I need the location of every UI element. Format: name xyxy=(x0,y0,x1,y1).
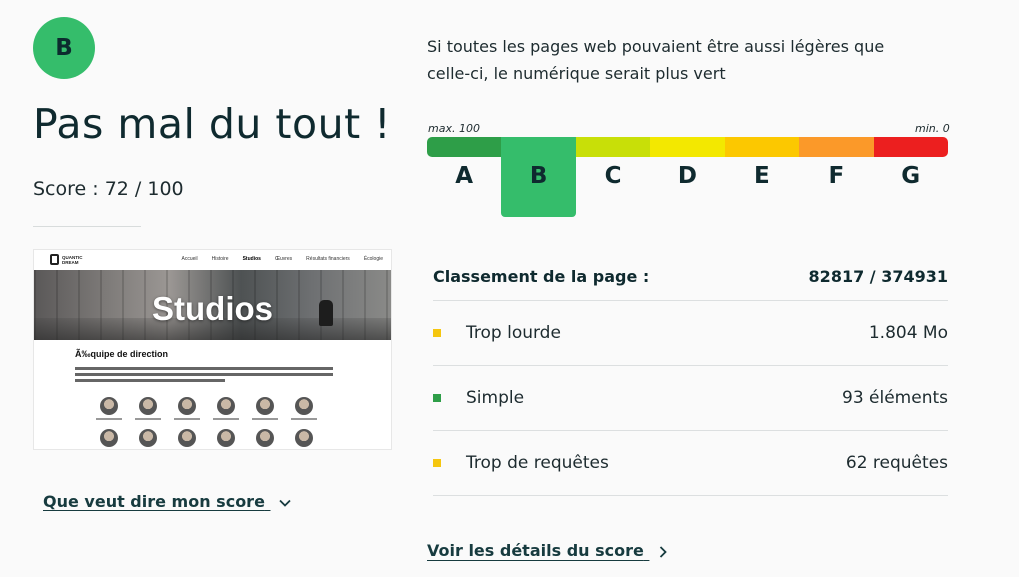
thumbnail-person-caption xyxy=(252,418,278,420)
thumbnail-person-avatar xyxy=(217,429,235,447)
grade-letter-g: G xyxy=(874,157,948,195)
metric-row-requests: Trop de requêtes 62 requêtes xyxy=(433,431,948,496)
grade-letter-b: B xyxy=(501,157,576,217)
thumbnail-person-avatar xyxy=(295,429,313,447)
status-dot-icon xyxy=(433,329,441,337)
thumbnail-menu-item: Écologie xyxy=(363,256,383,262)
thumbnail-person-avatar xyxy=(256,429,274,447)
thumbnail-text-line xyxy=(75,379,225,382)
metric-value: 93 éléments xyxy=(842,388,948,408)
metric-label: Simple xyxy=(466,388,525,408)
chevron-right-icon xyxy=(660,545,668,558)
intro-text: Si toutes les pages web pouvaient être a… xyxy=(427,37,885,83)
score-text: Score : 72 / 100 xyxy=(33,178,184,200)
status-dot-icon xyxy=(433,394,441,402)
thumbnail-menu-item: Accueil xyxy=(181,256,198,262)
grade-letter-c: C xyxy=(576,157,650,195)
grade-scale-segment-d xyxy=(650,137,725,157)
thumbnail-hero-title: Studios xyxy=(152,290,273,327)
score-details-link[interactable]: Voir les détails du score xyxy=(427,541,668,560)
metric-label: Trop de requêtes xyxy=(466,453,609,473)
grade-letter-label: E xyxy=(754,163,770,189)
thumbnail-menu-item: Œuvres xyxy=(274,256,293,262)
result-headline: Pas mal du tout ! xyxy=(33,100,392,148)
thumbnail-logo-text: QUANTIC DREAM xyxy=(62,254,83,265)
grade-badge-letter: B xyxy=(55,35,73,61)
chevron-down-icon xyxy=(278,499,291,507)
thumbnail-text-line xyxy=(75,373,333,376)
thumbnail-person-avatar xyxy=(139,397,157,415)
grade-scale-segment-e xyxy=(724,137,800,157)
thumbnail-person-caption xyxy=(213,418,239,420)
thumbnail-logo: QUANTIC DREAM xyxy=(50,254,92,265)
thumbnail-person-caption xyxy=(174,418,200,420)
grade-scale-segment-a xyxy=(427,137,502,157)
metric-value: 62 requêtes xyxy=(845,453,948,473)
thumbnail-hero-figure xyxy=(319,300,333,326)
thumbnail-menu-item: Studios xyxy=(242,256,261,262)
thumbnail-person-avatar xyxy=(178,429,196,447)
thumbnail-hero-image: Studios xyxy=(34,270,391,340)
ranking-row: Classement de la page : 82817 / 374931 xyxy=(433,252,948,301)
thumbnail-nav: QUANTIC DREAM Accueil Histoire Studios Œ… xyxy=(34,250,391,270)
thumbnail-person-caption xyxy=(135,418,161,420)
thumbnail-person-avatar xyxy=(256,397,274,415)
grade-letter-f: F xyxy=(799,157,873,195)
grade-scale-segment-b xyxy=(501,137,576,157)
grade-letter-d: D xyxy=(650,157,724,195)
score-divider xyxy=(33,226,141,227)
grade-letter-label: G xyxy=(901,163,921,189)
score-explanation-label: Que veut dire mon score xyxy=(43,492,265,511)
grade-letter-a: A xyxy=(427,157,501,195)
grade-letter-label: D xyxy=(677,163,698,189)
grade-letters: A B C D E F G xyxy=(427,157,948,217)
grade-scale-segment-g xyxy=(873,137,948,157)
thumbnail-person-avatar xyxy=(217,397,235,415)
thumbnail-logo-icon xyxy=(50,254,59,265)
metric-row-elements: Simple 93 éléments xyxy=(433,366,948,431)
grade-badge: B xyxy=(33,17,95,79)
grade-letter-label: A xyxy=(455,163,474,189)
thumbnail-menu-item: Résultats financiers xyxy=(306,256,350,262)
thumbnail-person-avatar xyxy=(100,397,118,415)
scale-min-label: min. 0 xyxy=(915,122,950,135)
grade-letter-label: F xyxy=(828,163,845,189)
metric-label: Trop lourde xyxy=(466,323,561,343)
grade-scale-segment-f xyxy=(799,137,874,157)
thumbnail-section-title: Ã‰quipe de direction xyxy=(75,349,169,359)
thumbnail-menu: Accueil Histoire Studios Œuvres Résultat… xyxy=(182,256,383,262)
score-explanation-link[interactable]: Que veut dire mon score xyxy=(43,492,291,511)
thumbnail-menu-item: Histoire xyxy=(211,256,229,262)
metric-value: 1.804 Mo xyxy=(868,323,948,343)
scale-max-label: max. 100 xyxy=(428,122,480,135)
thumbnail-person-avatar xyxy=(100,429,118,447)
thumbnail-person-avatar xyxy=(139,429,157,447)
grade-letter-e: E xyxy=(725,157,799,195)
thumbnail-person-caption xyxy=(291,418,317,420)
status-dot-icon xyxy=(433,459,441,467)
thumbnail-person-caption xyxy=(96,418,122,420)
page-thumbnail: QUANTIC DREAM Accueil Histoire Studios Œ… xyxy=(33,249,392,450)
grade-letter-label: B xyxy=(529,163,548,189)
grade-scale-bar xyxy=(427,137,948,157)
ranking-value: 82817 / 374931 xyxy=(808,266,948,286)
grade-letter-label: C xyxy=(604,163,622,189)
thumbnail-text-line xyxy=(75,367,333,370)
metric-row-weight: Trop lourde 1.804 Mo xyxy=(433,301,948,366)
ranking-label: Classement de la page : xyxy=(433,266,650,286)
grade-scale-segment-c xyxy=(575,137,651,157)
thumbnail-person-avatar xyxy=(178,397,196,415)
thumbnail-person-avatar xyxy=(295,397,313,415)
score-details-label: Voir les détails du score xyxy=(427,541,644,560)
